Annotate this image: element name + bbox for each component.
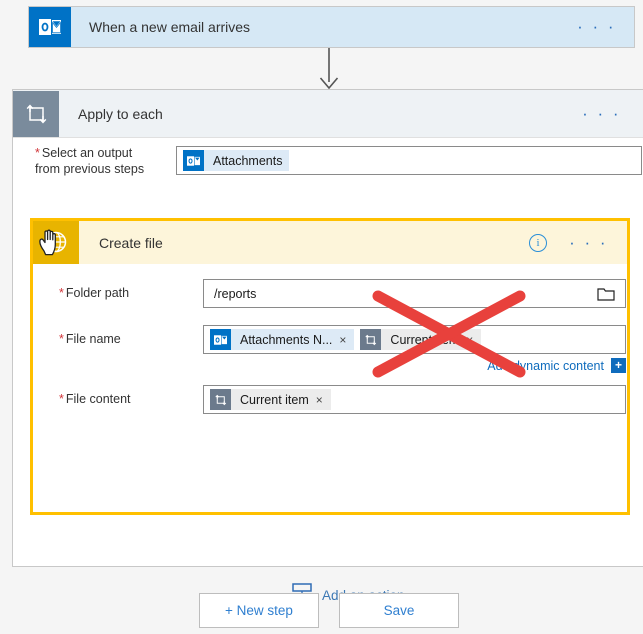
loop-repeat-icon [13,90,59,137]
select-output-label-text: Select an output from previous steps [35,145,145,176]
trigger-title: When a new email arrives [89,19,251,35]
apply-to-each-header[interactable]: Apply to each · · · [13,90,643,138]
file-content-row: * File content Current item × [33,385,627,414]
trigger-card[interactable]: When a new email arrives · · · [28,6,635,48]
token-label: Attachments N... [240,332,333,347]
apply-to-each-title: Apply to each [78,105,163,122]
new-step-button[interactable]: + New step [199,593,319,628]
folder-path-row: * Folder path /reports [33,279,627,308]
add-dynamic-content-link[interactable]: Add dynamic content + [487,358,626,373]
create-file-menu-button[interactable]: · · · [569,234,608,251]
token-label: Attachments [213,153,283,168]
apply-to-each-menu-button[interactable]: · · · [582,105,621,122]
loop-repeat-icon [210,389,231,410]
create-file-title: Create file [99,234,163,251]
token-label: Current item [240,392,309,407]
outlook-glyph [187,155,200,166]
loop-glyph [365,334,377,345]
trigger-menu-button[interactable]: · · · [577,18,616,35]
create-file-header[interactable]: Create file i · · · [33,221,627,264]
required-asterisk: * [59,286,64,300]
file-content-input[interactable]: Current item × [203,385,626,414]
folder-path-input[interactable]: /reports [203,279,626,308]
loop-repeat-icon [360,329,382,350]
globe-glyph [45,231,67,252]
outlook-icon [29,7,71,47]
folder-path-label-text: Folder path [65,286,130,300]
token-attachments[interactable]: Attachments [183,150,290,171]
select-output-input[interactable]: Attachments [176,146,642,175]
required-asterisk: * [59,332,64,346]
loop-glyph [215,394,227,405]
save-button[interactable]: Save [339,593,459,628]
apply-to-each-container: Apply to each · · · * Select an output fr… [12,89,643,606]
loop-glyph [26,104,47,123]
file-name-input[interactable]: Attachments N... × Current item × [203,325,626,354]
token-label: Current item [390,332,460,347]
token-remove-button[interactable]: × [316,393,331,407]
outlook-glyph [39,19,61,35]
down-arrow-icon [319,48,339,90]
file-name-label: * File name [33,325,203,346]
token-current-item[interactable]: Current item × [210,389,331,410]
create-file-card: Create file i · · · * Folder path /report… [30,218,630,515]
info-circle-icon[interactable]: i [529,233,548,252]
globe-icon [33,221,79,264]
token-attachments-name[interactable]: Attachments N... × [210,329,355,350]
file-name-label-text: File name [65,332,121,346]
required-asterisk: * [35,145,40,160]
file-content-label: * File content [33,385,203,406]
folder-picker-icon[interactable] [597,286,615,302]
file-name-row: * File name Attachments N... × Current i… [33,325,627,373]
outlook-glyph [214,334,227,345]
outlook-icon [183,150,204,171]
token-current-item[interactable]: Current item × [360,329,482,350]
plus-square-icon[interactable]: + [611,358,626,373]
select-output-row: * Select an output from previous steps At… [13,137,643,184]
folder-path-value: /reports [214,286,257,301]
token-remove-button[interactable]: × [339,333,354,347]
outlook-icon [210,329,231,350]
required-asterisk: * [59,392,64,406]
select-output-label: * Select an output from previous steps [13,145,155,177]
add-dynamic-content-label: Add dynamic content [487,358,604,373]
token-remove-button[interactable]: × [466,333,481,347]
file-content-label-text: File content [65,392,131,406]
folder-path-label: * Folder path [33,279,203,300]
